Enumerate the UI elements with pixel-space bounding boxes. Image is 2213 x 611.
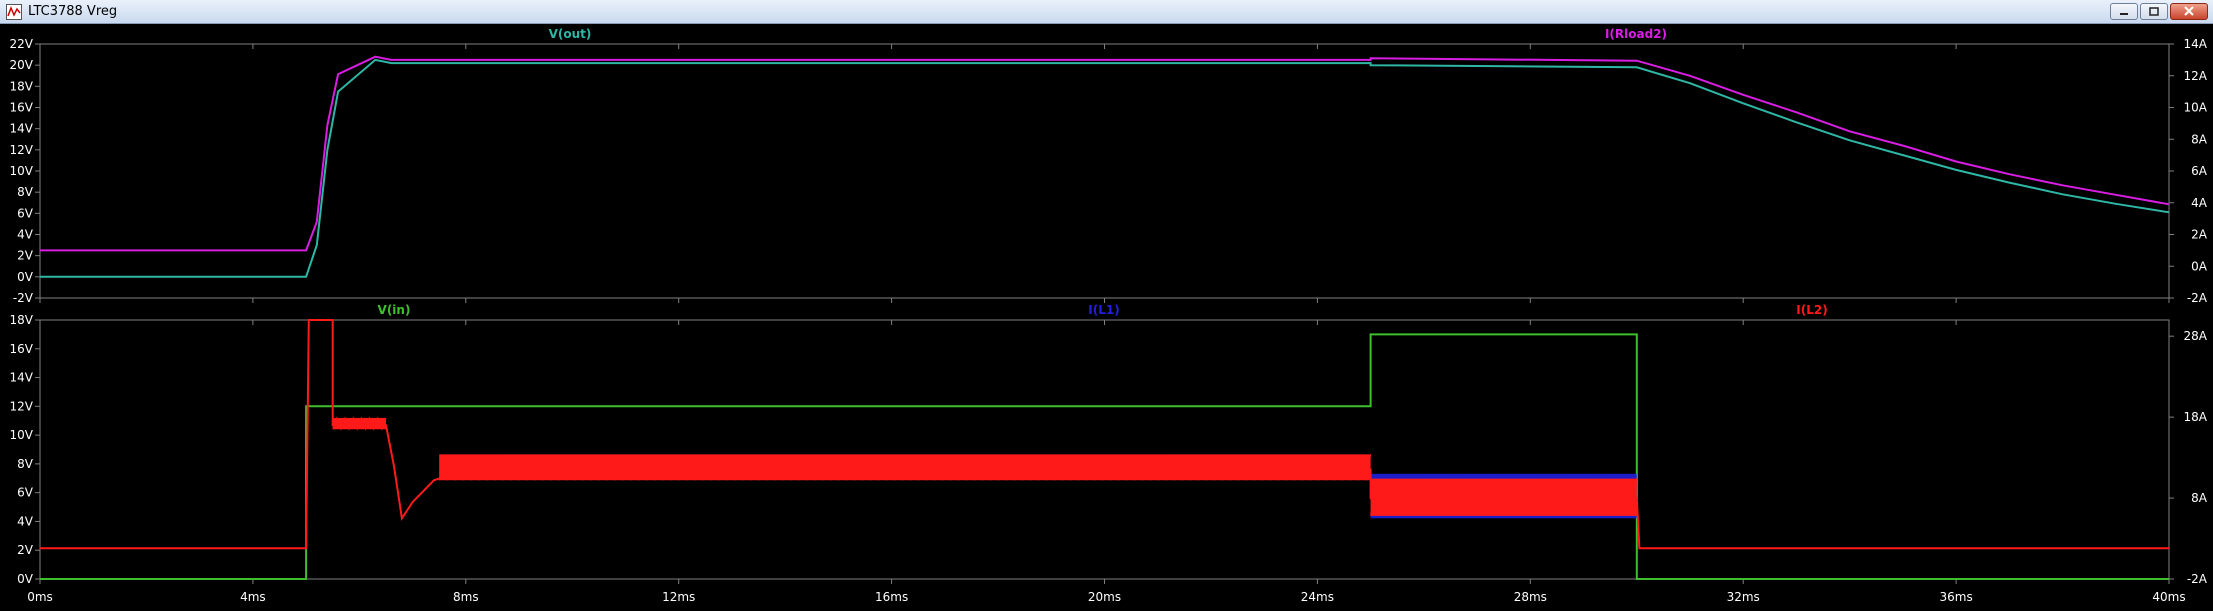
waveform-viewer[interactable]: -2V 0V 2V 4V 6V 8V 10V 12V 14V 16V 18V 20V 22V -2A 0A 2… [0, 24, 2213, 611]
right-tick-label: 4A [2191, 196, 2208, 210]
left-tick-label: 8V [17, 457, 34, 471]
x-tick-label: 8ms [453, 590, 479, 604]
x-tick-label: 28ms [1514, 590, 1547, 604]
right-tick-label: 6A [2191, 164, 2208, 178]
plot-frame [39, 43, 2170, 299]
left-tick-label: 18V [10, 79, 34, 93]
series-label-v-out: V(out) [549, 27, 592, 41]
left-tick-label: 14V [10, 371, 34, 385]
x-tick-label: 20ms [1088, 590, 1121, 604]
series-line-i-rload2 [40, 55, 2170, 252]
x-tick-label: 40ms [2152, 590, 2185, 604]
left-tick-label: 18V [10, 313, 34, 327]
right-tick-label: 12A [2184, 69, 2208, 83]
series-line-v-out [40, 58, 2170, 278]
right-tick-label: 28A [2184, 329, 2208, 343]
series-label-i-l2: I(L2) [1796, 303, 1827, 317]
left-tick-label: 4V [17, 228, 34, 242]
window-title: LTC3788 Vreg [28, 4, 118, 19]
left-tick-label: 6V [17, 206, 34, 220]
x-tick-label: 24ms [1301, 590, 1334, 604]
minimize-icon [2120, 13, 2128, 15]
window-titlebar: LTC3788 Vreg [0, 0, 2213, 24]
left-tick-label: 20V [10, 58, 34, 72]
right-tick-label: 10A [2184, 101, 2208, 115]
left-tick-label: 2V [17, 249, 34, 263]
close-icon [2184, 6, 2194, 16]
right-tick-label: -2A [2187, 572, 2208, 586]
waveform-plot[interactable]: -2V 0V 2V 4V 6V 8V 10V 12V 14V 16V 18V 20V 22V -2A 0A 2… [0, 24, 2213, 611]
left-tick-label: 16V [10, 342, 34, 356]
left-tick-label: 14V [10, 122, 34, 136]
right-tick-label: 14A [2184, 37, 2208, 51]
right-tick-label: 8A [2191, 491, 2208, 505]
minimize-button[interactable] [2110, 3, 2138, 20]
left-tick-label: 16V [10, 101, 34, 115]
left-tick-label: -2V [13, 291, 34, 305]
left-tick-label: 0V [17, 270, 34, 284]
left-tick-label: 2V [17, 543, 34, 557]
series-label-i-rload2: I(Rload2) [1605, 27, 1667, 41]
plot-frame [39, 319, 2170, 580]
restore-icon [2149, 7, 2159, 16]
right-tick-label: 8A [2191, 132, 2208, 146]
series-label-i-l1: I(L1) [1088, 303, 1119, 317]
left-tick-label: 8V [17, 185, 34, 199]
x-tick-label: 12ms [662, 590, 695, 604]
series-label-v-in: V(in) [378, 303, 411, 317]
left-tick-label: 6V [17, 486, 34, 500]
x-tick-label: 4ms [240, 590, 266, 604]
left-tick-label: 4V [17, 514, 34, 528]
x-tick-label: 32ms [1727, 590, 1760, 604]
right-tick-label: 2A [2191, 228, 2208, 242]
upper-pane[interactable]: -2V 0V 2V 4V 6V 8V 10V 12V 14V 16V 18V 20V 22V -2A 0A 2… [10, 27, 2208, 305]
right-tick-label: 0A [2191, 259, 2208, 273]
x-tick-label: 16ms [875, 590, 908, 604]
x-tick-label: 36ms [1939, 590, 1972, 604]
right-tick-label: 18A [2184, 410, 2208, 424]
left-tick-label: 12V [10, 399, 34, 413]
waveform-app-icon [6, 4, 22, 20]
left-tick-label: 10V [10, 164, 34, 178]
close-button[interactable] [2170, 3, 2208, 20]
left-tick-label: 12V [10, 143, 34, 157]
left-tick-label: 0V [17, 572, 34, 586]
restore-button[interactable] [2140, 3, 2168, 20]
left-tick-label: 22V [10, 37, 34, 51]
left-tick-label: 10V [10, 428, 34, 442]
lower-pane[interactable]: 0ms 4ms 8ms 12ms 16ms 20ms 24ms 28ms 32ms 36ms 40m… [10, 303, 2208, 604]
right-tick-label: -2A [2187, 291, 2208, 305]
x-tick-label: 0ms [27, 590, 53, 604]
series-line-i-l2 [40, 319, 2169, 550]
